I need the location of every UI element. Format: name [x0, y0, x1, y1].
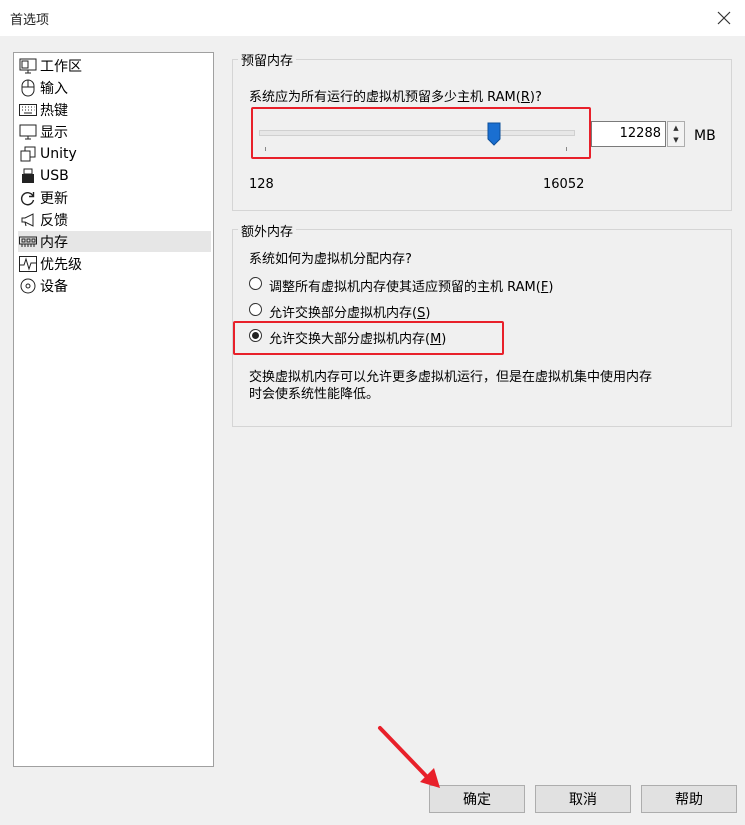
sidebar-item-display[interactable]: 显示	[18, 121, 211, 142]
title-bar: 首选项	[0, 0, 745, 36]
keyboard-icon	[18, 101, 38, 119]
extra-memory-question: 系统如何为虚拟机分配内存?	[249, 252, 412, 267]
display-icon	[18, 123, 38, 141]
slider-tick	[566, 147, 567, 151]
category-list[interactable]: 工作区 输入 热键 显示 Unity USB 更新 反馈 内存 优先级 设备	[13, 52, 214, 767]
memory-unit-label: MB	[694, 128, 716, 144]
sidebar-item-usb[interactable]: USB	[18, 165, 211, 186]
reserved-memory-input[interactable]: 12288	[591, 121, 666, 147]
window-title: 首选项	[10, 13, 50, 28]
radio-label: 调整所有虚拟机内存使其适应预留的主机 RAM(F)	[269, 280, 554, 295]
spin-down-button[interactable]: ▼	[668, 134, 684, 146]
sidebar-item-memory[interactable]: 内存	[18, 231, 211, 252]
reserved-memory-question: 系统应为所有运行的虚拟机预留多少主机 RAM(R)?	[249, 90, 542, 105]
memory-chip-icon	[18, 233, 38, 251]
close-button[interactable]	[711, 6, 737, 30]
sidebar-item-updates[interactable]: 更新	[18, 187, 211, 208]
refresh-icon	[18, 189, 38, 207]
disc-icon	[18, 277, 38, 295]
radio-label: 允许交换部分虚拟机内存(S)	[269, 306, 431, 321]
megaphone-icon	[18, 211, 38, 229]
monitor-window-icon	[18, 57, 38, 75]
sidebar-item-priority[interactable]: 优先级	[18, 253, 211, 274]
usb-icon	[18, 167, 38, 185]
sidebar-item-devices[interactable]: 设备	[18, 275, 211, 296]
reserved-memory-title: 预留内存	[238, 50, 297, 69]
extra-memory-title: 额外内存	[238, 221, 297, 240]
chevron-up-icon: ▲	[673, 124, 679, 132]
sidebar-item-input[interactable]: 输入	[18, 77, 211, 98]
reserved-memory-spinner[interactable]: ▲ ▼	[667, 121, 685, 147]
chevron-down-icon: ▼	[673, 136, 679, 144]
spin-up-button[interactable]: ▲	[668, 122, 684, 134]
sidebar-item-workspace[interactable]: 工作区	[18, 55, 211, 76]
sidebar-item-hotkeys[interactable]: 热键	[18, 99, 211, 120]
activity-icon	[18, 255, 38, 273]
cancel-button[interactable]: 取消	[535, 785, 631, 813]
reserved-memory-slider-thumb[interactable]	[487, 122, 501, 146]
radio-highlight	[233, 321, 504, 355]
close-icon	[717, 11, 731, 25]
sidebar-item-unity[interactable]: Unity	[18, 143, 211, 164]
arrow-annotation-icon	[378, 726, 440, 788]
radio-button[interactable]	[249, 277, 262, 290]
reserved-memory-slider-track[interactable]	[259, 130, 575, 136]
swap-note-line2: 时会使系统性能降低。	[249, 387, 380, 402]
mouse-icon	[18, 79, 38, 97]
sidebar-item-feedback[interactable]: 反馈	[18, 209, 211, 230]
help-button[interactable]: 帮助	[641, 785, 737, 813]
slider-tick	[265, 147, 266, 151]
slider-min-label: 128	[249, 177, 274, 192]
slider-max-label: 16052	[543, 177, 585, 192]
radio-button[interactable]	[249, 303, 262, 316]
unity-windows-icon	[18, 145, 38, 163]
